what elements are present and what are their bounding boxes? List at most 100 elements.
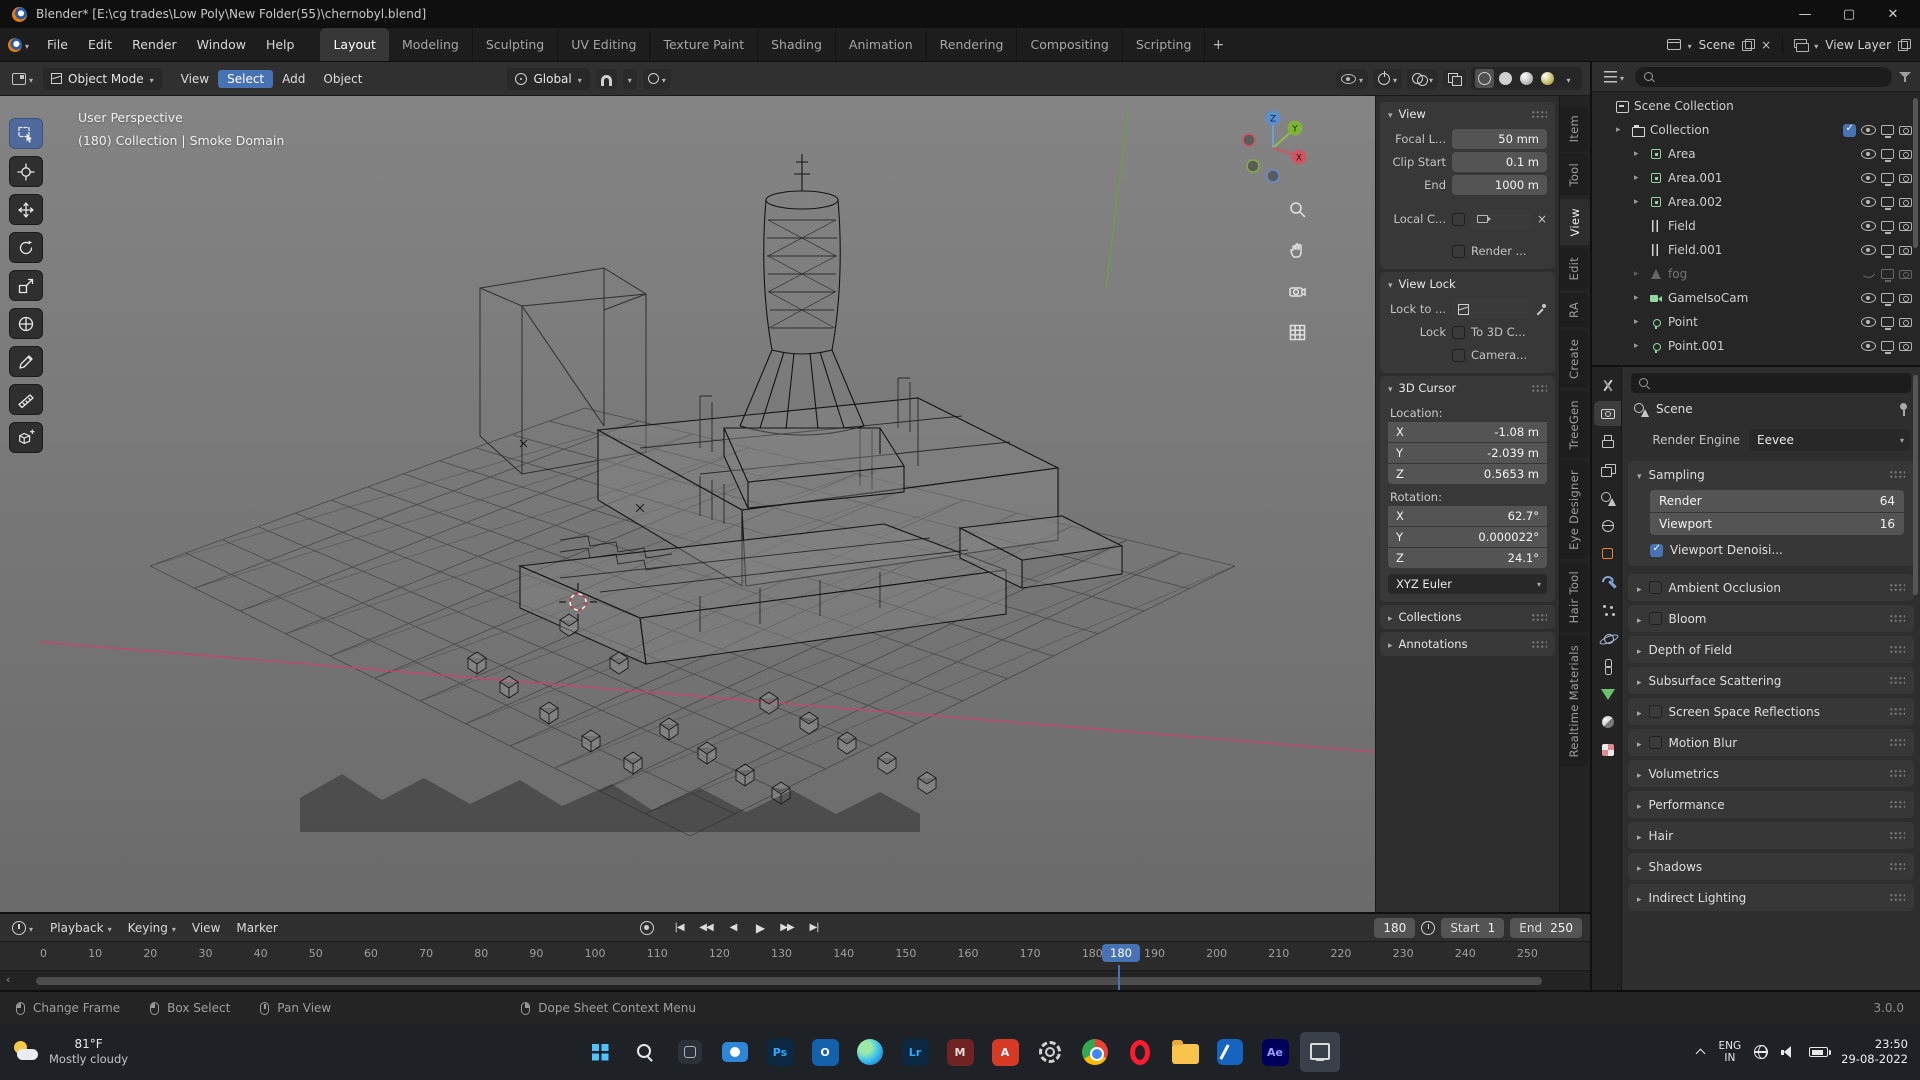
sampling-viewport-field[interactable]: Viewport 16	[1650, 513, 1904, 535]
viewport-menu-item[interactable]: Select	[218, 69, 274, 88]
shading-wireframe-button[interactable]	[1475, 69, 1494, 88]
taskbar-start-icon[interactable]	[580, 1032, 620, 1072]
filter-icon[interactable]	[1899, 71, 1912, 83]
outliner-object-row[interactable]: Point.001	[1592, 334, 1920, 358]
expand-icon[interactable]	[1616, 125, 1626, 135]
panel-enable-checkbox[interactable]	[1648, 705, 1662, 718]
lock-camera-checkbox[interactable]	[1452, 348, 1465, 362]
disable-in-renders-toggle[interactable]	[1899, 221, 1912, 231]
shading-material-button[interactable]	[1517, 69, 1536, 88]
workspace-tab[interactable]: Texture Paint	[650, 28, 759, 61]
outliner-collection-row[interactable]: Collection	[1592, 118, 1920, 142]
properties-panel-header[interactable]: Screen Space Reflections	[1628, 698, 1914, 725]
expand-icon[interactable]	[1634, 317, 1644, 327]
zoom-button[interactable]	[1288, 200, 1307, 222]
properties-panel-header[interactable]: Hair	[1628, 822, 1914, 849]
properties-panel-header[interactable]: Depth of Field	[1628, 636, 1914, 663]
tool-annotate[interactable]	[9, 346, 43, 377]
hide-in-viewport-toggle[interactable]	[1861, 197, 1876, 207]
close-button[interactable]: ✕	[1886, 7, 1900, 22]
gizmos-dropdown[interactable]	[1372, 68, 1402, 89]
disable-in-renders-toggle[interactable]	[1899, 125, 1912, 135]
disable-in-renders-toggle[interactable]	[1899, 293, 1912, 303]
outliner-object-row[interactable]: Area.002	[1592, 190, 1920, 214]
panel-grip-icon[interactable]	[1531, 612, 1547, 622]
properties-panel-header[interactable]: Motion Blur	[1628, 729, 1914, 756]
viewport-menu-item[interactable]: Object	[314, 70, 371, 88]
annotations-panel-header[interactable]: Annotations	[1380, 632, 1555, 656]
properties-tab-render[interactable]	[1594, 401, 1621, 426]
xray-toggle[interactable]	[1443, 70, 1466, 87]
disable-in-viewports-toggle[interactable]	[1881, 221, 1894, 234]
play-button[interactable]	[748, 918, 772, 938]
taskbar-camera-icon[interactable]	[715, 1032, 755, 1072]
clip-end-field[interactable]: 1000 m	[1452, 175, 1547, 195]
menu-item[interactable]: Edit	[79, 33, 121, 56]
local-camera-field[interactable]	[1471, 209, 1531, 229]
outliner-search-input[interactable]	[1661, 70, 1884, 83]
workspace-tab[interactable]: Sculpting	[473, 28, 559, 61]
rotation-axis-field[interactable]: Y 0.000022°	[1388, 527, 1547, 547]
timeline-scrollbar[interactable]	[36, 977, 1542, 985]
disable-in-renders-toggle[interactable]	[1899, 197, 1912, 207]
expand-icon[interactable]	[1634, 341, 1644, 351]
properties-panel-header[interactable]: Ambient Occlusion	[1628, 574, 1914, 601]
timeline-menu-item[interactable]: View	[184, 919, 228, 937]
n-panel-tab[interactable]: Item	[1560, 106, 1588, 152]
view-panel-header[interactable]: View	[1380, 102, 1555, 126]
outliner-scene-collection-row[interactable]: Scene Collection	[1592, 94, 1920, 118]
properties-panel-header[interactable]: Shadows	[1628, 853, 1914, 880]
current-frame-badge[interactable]: 180	[1102, 944, 1140, 962]
menu-item[interactable]: Render	[123, 33, 186, 56]
render-region-checkbox[interactable]	[1452, 244, 1465, 258]
panel-enable-checkbox[interactable]	[1648, 581, 1662, 594]
properties-panel-header[interactable]: Volumetrics	[1628, 760, 1914, 787]
disable-in-renders-toggle[interactable]	[1899, 317, 1912, 327]
n-panel-tab[interactable]: Hair Tool	[1560, 562, 1588, 633]
rotation-axis-field[interactable]: X 62.7°	[1388, 506, 1547, 526]
properties-panel-header[interactable]: Performance	[1628, 791, 1914, 818]
outliner-object-row[interactable]: Field.001	[1592, 238, 1920, 262]
maximize-button[interactable]: ▢	[1842, 7, 1856, 22]
hide-in-viewport-toggle[interactable]	[1861, 125, 1876, 135]
n-panel-tab[interactable]: Realtime Materials	[1560, 635, 1588, 767]
viewport-canvas[interactable]: User Perspective (180) Collection | Smok…	[0, 96, 1375, 912]
taskbar-m-app-icon[interactable]: M	[940, 1032, 980, 1072]
outliner-object-row[interactable]: fog	[1592, 262, 1920, 286]
timeline-menu-item[interactable]: Marker	[228, 919, 285, 937]
next-keyframe-button[interactable]	[775, 918, 799, 938]
properties-tab-view-layer[interactable]	[1594, 457, 1621, 482]
taskbar-search-icon[interactable]	[625, 1032, 665, 1072]
n-panel-tab[interactable]: Create	[1560, 329, 1588, 388]
location-axis-field[interactable]: X -1.08 m	[1388, 422, 1547, 442]
outliner-search[interactable]	[1635, 66, 1892, 87]
workspace-tab[interactable]: Modeling	[389, 28, 473, 61]
panel-grip-icon[interactable]	[1889, 738, 1905, 747]
panel-grip-icon[interactable]	[1531, 109, 1547, 119]
expand-icon[interactable]	[1634, 197, 1644, 207]
hide-in-viewport-toggle[interactable]	[1861, 317, 1876, 327]
taskbar-edge-icon[interactable]	[850, 1032, 890, 1072]
tool-cursor[interactable]	[9, 156, 43, 187]
local-camera-checkbox[interactable]	[1452, 212, 1465, 226]
properties-tab-material[interactable]	[1594, 709, 1621, 734]
tool-scale[interactable]	[9, 270, 43, 301]
collections-panel-header[interactable]: Collections	[1380, 605, 1555, 629]
n-panel-tab[interactable]: Eye Designer	[1560, 461, 1588, 560]
disable-in-viewports-toggle[interactable]	[1881, 149, 1894, 162]
viewport-denoising-checkbox[interactable]	[1650, 543, 1663, 557]
viewport-menu-item[interactable]: View	[172, 70, 218, 88]
panel-grip-icon[interactable]	[1531, 639, 1547, 649]
location-axis-field[interactable]: Y -2.039 m	[1388, 443, 1547, 463]
workspace-tab[interactable]: Layout	[320, 28, 389, 61]
pin-icon[interactable]	[1898, 402, 1909, 416]
properties-panel-header[interactable]: Bloom	[1628, 605, 1914, 632]
view-layer-icon[interactable]	[1794, 38, 1810, 52]
n-panel-tab[interactable]: View	[1560, 198, 1590, 246]
hide-in-viewport-toggle[interactable]	[1861, 173, 1876, 183]
panel-grip-icon[interactable]	[1889, 470, 1905, 479]
navigation-gizmo[interactable]: Z Y X	[1231, 104, 1315, 191]
outliner-object-row[interactable]: GameIsoCam	[1592, 286, 1920, 310]
properties-tab-object-data[interactable]	[1594, 681, 1621, 706]
taskbar-opera-icon[interactable]	[1120, 1032, 1160, 1072]
